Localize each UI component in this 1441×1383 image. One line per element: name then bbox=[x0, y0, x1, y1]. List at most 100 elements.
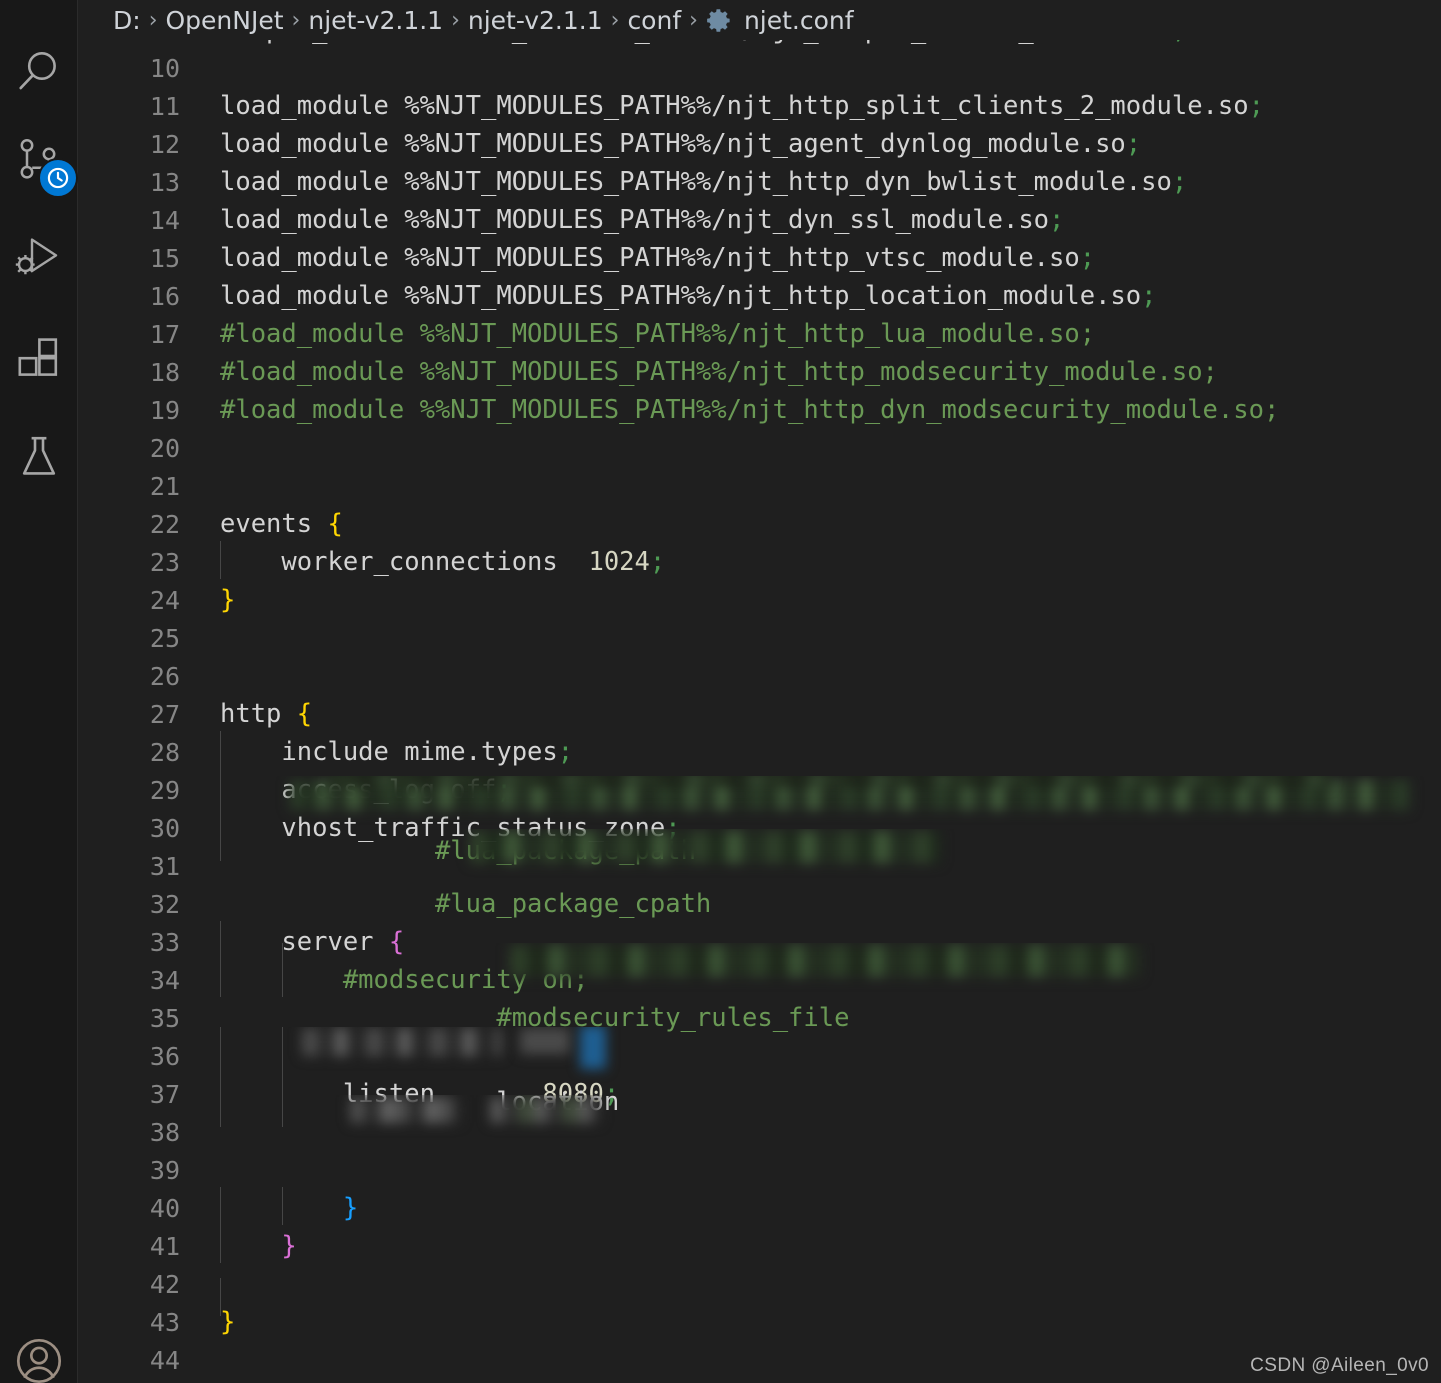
redaction-overlay bbox=[470, 831, 940, 863]
code-line: 25 bbox=[79, 619, 1441, 657]
breadcrumb-segment-0[interactable]: D: bbox=[113, 6, 141, 35]
code-line: 14 load_module %%NJT_MODULES_PATH%%/njt_… bbox=[79, 201, 1441, 239]
code-line: 15 load_module %%NJT_MODULES_PATH%%/njt_… bbox=[79, 239, 1441, 277]
redaction-overlay bbox=[302, 1028, 502, 1056]
gear-icon bbox=[706, 7, 733, 34]
redaction-overlay-2 bbox=[490, 1097, 600, 1123]
activity-bar-item-explorer[interactable] bbox=[0, 0, 78, 16]
source-control-clock-badge bbox=[38, 158, 78, 198]
line-number: 27 bbox=[149, 699, 180, 729]
breadcrumb-segment-1[interactable]: OpenNJet bbox=[166, 6, 284, 35]
activity-bar bbox=[0, 0, 78, 1383]
line-number: 17 bbox=[149, 319, 180, 349]
line-number: 15 bbox=[149, 243, 180, 273]
line-text: worker_connections 1024; bbox=[180, 541, 1441, 579]
activity-bar-item-accounts[interactable] bbox=[0, 1322, 78, 1383]
redaction-overlay-2 bbox=[520, 1028, 570, 1054]
line-text: #load_module %%NJT_MODULES_PATH%%/njt_ht… bbox=[220, 357, 1218, 387]
code-editor[interactable]: 9 helper_broker %%NJT_MODULES_PATH%%/njt… bbox=[79, 40, 1441, 1383]
code-line: 9 helper_broker %%NJT_MODULES_PATH%%/njt… bbox=[79, 40, 1441, 49]
line-text: http { bbox=[220, 699, 313, 729]
code-line: 28 include mime.types; bbox=[79, 731, 1441, 771]
line-number: 26 bbox=[149, 661, 180, 691]
activity-bar-item-search[interactable] bbox=[0, 32, 78, 110]
csdn-watermark: CSDN @Aileen_0v0 bbox=[1250, 1355, 1429, 1376]
line-number: 29 bbox=[149, 775, 180, 805]
line-text: #load_module %%NJT_MODULES_PATH%%/njt_ht… bbox=[220, 319, 1096, 349]
line-text: } bbox=[180, 1187, 1441, 1225]
redaction-overlay-2 bbox=[330, 776, 1330, 786]
line-number: 41 bbox=[149, 1231, 180, 1261]
vscode-window: D: › OpenNJet › njet-v2.1.1 › njet-v2.1.… bbox=[0, 0, 1441, 1383]
line-text: load_module %%NJT_MODULES_PATH%%/njt_htt… bbox=[220, 281, 1157, 311]
code-line: 43 } bbox=[79, 1303, 1441, 1341]
line-number: 28 bbox=[149, 737, 180, 767]
code-line: 11 load_module %%NJT_MODULES_PATH%%/njt_… bbox=[79, 87, 1441, 125]
activity-bar-item-extensions[interactable] bbox=[0, 320, 78, 398]
breadcrumb-segment-2[interactable]: njet-v2.1.1 bbox=[308, 6, 443, 35]
line-number: 36 bbox=[149, 1041, 180, 1071]
line-number: 44 bbox=[149, 1345, 180, 1375]
line-number: 25 bbox=[149, 623, 180, 653]
line-number: 14 bbox=[149, 205, 180, 235]
activity-bar-item-source-control[interactable] bbox=[0, 120, 78, 198]
line-text: load_module %%NJT_MODULES_PATH%%/njt_dyn… bbox=[220, 205, 1065, 235]
line-number: 16 bbox=[149, 281, 180, 311]
breadcrumb-separator: › bbox=[148, 7, 158, 33]
line-number: 37 bbox=[149, 1079, 180, 1109]
extensions-icon bbox=[15, 335, 63, 383]
code-line: 40 } bbox=[79, 1187, 1441, 1227]
breadcrumb[interactable]: D: › OpenNJet › njet-v2.1.1 › njet-v2.1.… bbox=[79, 0, 1441, 40]
redaction-overlay-3 bbox=[580, 1027, 606, 1069]
code-line: 10 bbox=[79, 49, 1441, 87]
code-line: 21 bbox=[79, 467, 1441, 505]
code-line: 44 bbox=[79, 1341, 1441, 1379]
breadcrumb-segment-4[interactable]: conf bbox=[627, 6, 681, 35]
breadcrumb-separator: › bbox=[451, 7, 460, 33]
breadcrumb-separator: › bbox=[689, 7, 698, 33]
line-text: load_module %%NJT_MODULES_PATH%%/njt_htt… bbox=[220, 167, 1188, 197]
line-text: load_module %%NJT_MODULES_PATH%%/njt_htt… bbox=[220, 243, 1096, 273]
code-line: 24 } bbox=[79, 581, 1441, 619]
breadcrumb-separator: › bbox=[291, 7, 301, 33]
search-icon bbox=[14, 46, 64, 96]
line-number: 19 bbox=[149, 395, 180, 425]
line-number: 39 bbox=[149, 1155, 180, 1185]
line-text: include mime.types; bbox=[180, 731, 1441, 769]
breadcrumb-separator: › bbox=[610, 7, 620, 33]
run-debug-icon bbox=[13, 233, 65, 285]
code-line: 42 bbox=[79, 1265, 1441, 1316]
breadcrumb-file-name[interactable]: njet.conf bbox=[744, 6, 854, 35]
code-line: 17 #load_module %%NJT_MODULES_PATH%%/njt… bbox=[79, 315, 1441, 353]
line-number: 21 bbox=[149, 471, 180, 501]
activity-bar-item-testing[interactable] bbox=[0, 418, 78, 496]
line-text: } bbox=[220, 1307, 236, 1337]
line-number: 24 bbox=[149, 585, 180, 615]
code-line: 23 worker_connections 1024; bbox=[79, 541, 1441, 581]
code-line: 41 } bbox=[79, 1225, 1441, 1265]
line-number: 13 bbox=[149, 167, 180, 197]
line-text: } bbox=[220, 585, 236, 615]
code-line: 13 load_module %%NJT_MODULES_PATH%%/njt_… bbox=[79, 163, 1441, 201]
code-line: 22 events { bbox=[79, 505, 1441, 543]
line-number: 33 bbox=[149, 927, 180, 957]
code-line: 32 #lua_package_cpath bbox=[79, 829, 1441, 923]
line-number: 30 bbox=[149, 813, 180, 843]
line-number: 23 bbox=[149, 547, 180, 577]
code-line: 12 load_module %%NJT_MODULES_PATH%%/njt_… bbox=[79, 125, 1441, 163]
line-text: load_module %%NJT_MODULES_PATH%%/njt_age… bbox=[220, 129, 1142, 159]
line-text: helper_broker %%NJT_MODULES_PATH%%/njt_h… bbox=[180, 40, 1441, 45]
line-number: 32 bbox=[149, 889, 180, 919]
activity-bar-item-run-and-debug[interactable] bbox=[0, 220, 78, 298]
code-content: 9 helper_broker %%NJT_MODULES_PATH%%/njt… bbox=[79, 40, 1441, 1379]
line-text: events { bbox=[220, 509, 343, 539]
line-number: 42 bbox=[149, 1269, 180, 1299]
breadcrumb-segment-3[interactable]: njet-v2.1.1 bbox=[468, 6, 603, 35]
line-text: } bbox=[180, 1225, 1441, 1263]
redaction-overlay bbox=[510, 945, 1140, 977]
line-number: 18 bbox=[149, 357, 180, 387]
account-icon bbox=[12, 1334, 66, 1383]
redaction-overlay bbox=[350, 1097, 460, 1123]
line-number: 20 bbox=[149, 433, 180, 463]
code-line: 39 bbox=[79, 1095, 1441, 1189]
